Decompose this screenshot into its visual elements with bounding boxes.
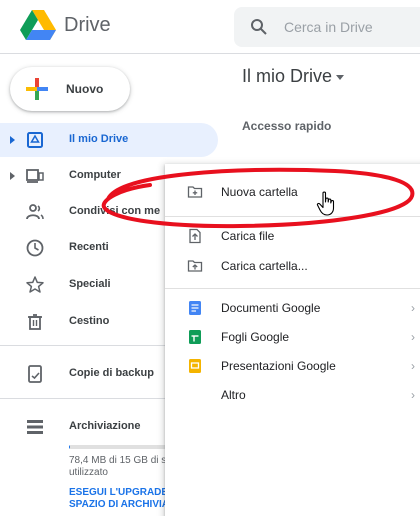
google-slides-icon bbox=[189, 359, 201, 373]
page-title[interactable]: Il mio Drive bbox=[242, 66, 332, 87]
drive-logo-icon[interactable] bbox=[20, 10, 56, 40]
menu-divider bbox=[165, 288, 420, 289]
search-input[interactable] bbox=[284, 7, 420, 47]
menu-item-new-folder[interactable]: Nuova cartella bbox=[165, 178, 420, 206]
menu-item-label: Altro bbox=[221, 388, 246, 402]
app-name[interactable]: Drive bbox=[64, 14, 111, 37]
hand-cursor-icon bbox=[316, 191, 335, 216]
menu-item-label: Documenti Google bbox=[221, 301, 321, 315]
sidebar-item-label: Computer bbox=[69, 169, 121, 181]
search-icon[interactable] bbox=[250, 18, 268, 36]
sidebar-item-label: Il mio Drive bbox=[69, 133, 129, 145]
sidebar-item-my-drive[interactable]: Il mio Drive bbox=[0, 123, 218, 157]
sidebar-item-label: Copie di backup bbox=[69, 367, 154, 379]
menu-item-label: Fogli Google bbox=[221, 330, 290, 344]
plus-icon bbox=[26, 78, 48, 100]
upload-file-icon bbox=[189, 228, 201, 244]
search-box[interactable] bbox=[234, 7, 420, 47]
menu-item-upload-file[interactable]: Carica file bbox=[165, 222, 420, 250]
backup-icon bbox=[28, 365, 42, 383]
menu-item-label: Nuova cartella bbox=[221, 185, 298, 199]
my-drive-icon bbox=[27, 132, 43, 148]
submenu-arrow-icon: › bbox=[411, 330, 415, 344]
computer-icon bbox=[26, 169, 44, 183]
menu-item-google-sheets[interactable]: Fogli Google › bbox=[165, 323, 420, 351]
sidebar-item-label: Speciali bbox=[69, 278, 111, 290]
sidebar-item-label: Recenti bbox=[69, 241, 109, 253]
google-sheets-icon bbox=[189, 330, 201, 344]
storage-icon bbox=[27, 420, 43, 434]
menu-item-upload-folder[interactable]: Carica cartella... bbox=[165, 252, 420, 280]
clock-icon bbox=[26, 239, 44, 257]
submenu-arrow-icon: › bbox=[411, 359, 415, 373]
sidebar-item-label: Condivisi con me bbox=[69, 205, 161, 217]
star-icon bbox=[26, 276, 44, 293]
new-item-menu: Nuova cartella Carica file Carica cartel… bbox=[165, 164, 420, 516]
sidebar-item-label: Cestino bbox=[69, 315, 110, 327]
trash-icon bbox=[28, 314, 42, 330]
menu-item-label: Presentazioni Google bbox=[221, 359, 336, 373]
top-bar: Drive bbox=[0, 0, 420, 54]
upload-folder-icon bbox=[187, 260, 203, 272]
sidebar-item-label: Archiviazione bbox=[69, 420, 141, 432]
google-docs-icon bbox=[189, 301, 201, 315]
submenu-arrow-icon: › bbox=[411, 301, 415, 315]
new-button[interactable]: Nuovo bbox=[10, 67, 130, 111]
new-button-label: Nuovo bbox=[66, 82, 104, 96]
menu-item-label: Carica cartella... bbox=[221, 259, 308, 273]
storage-fill bbox=[69, 445, 71, 449]
menu-item-google-slides[interactable]: Presentazioni Google › bbox=[165, 352, 420, 380]
quick-access-heading: Accesso rapido bbox=[242, 119, 332, 133]
menu-divider bbox=[165, 216, 420, 217]
submenu-arrow-icon: › bbox=[411, 388, 415, 402]
new-folder-icon bbox=[187, 186, 203, 198]
menu-item-more[interactable]: Altro › bbox=[165, 381, 420, 409]
expand-arrow-icon[interactable] bbox=[10, 172, 15, 180]
menu-item-google-docs[interactable]: Documenti Google › bbox=[165, 294, 420, 322]
shared-icon bbox=[26, 204, 44, 220]
menu-item-label: Carica file bbox=[221, 229, 275, 243]
expand-arrow-icon[interactable] bbox=[10, 136, 15, 144]
caret-down-icon[interactable] bbox=[336, 75, 344, 80]
